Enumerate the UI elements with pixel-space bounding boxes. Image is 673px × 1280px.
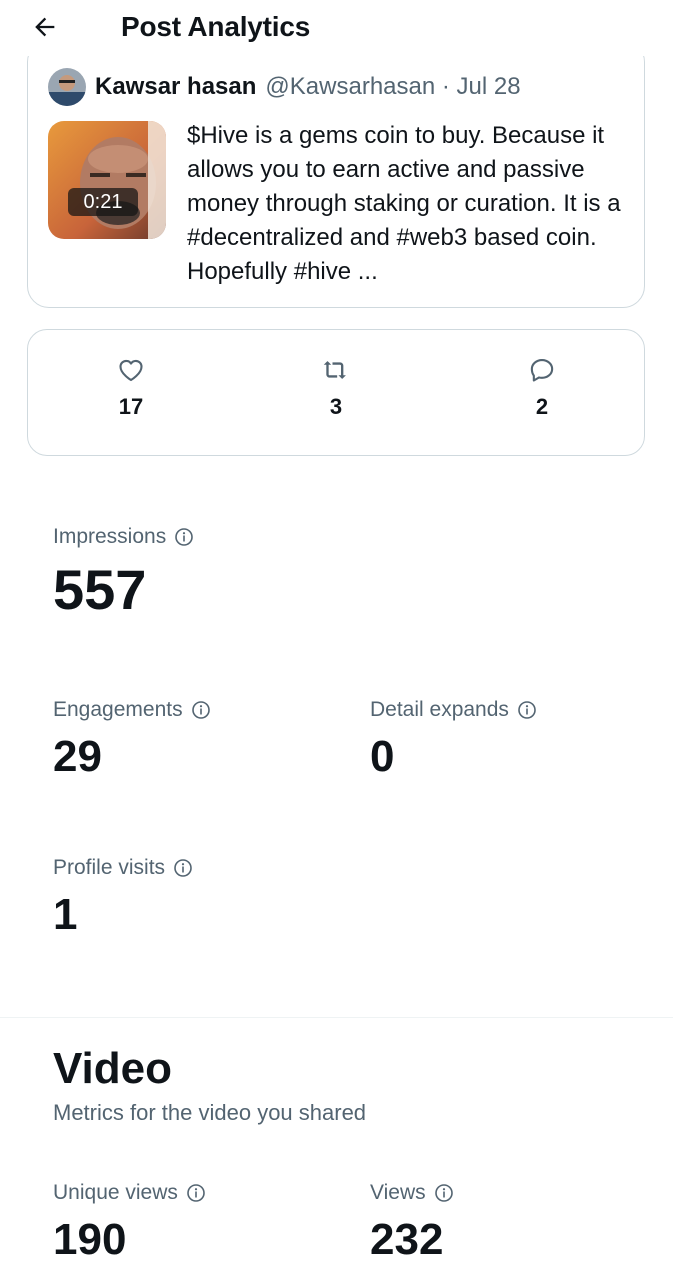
profile-visits-value: 1 — [53, 890, 78, 939]
repost-icon — [323, 361, 346, 379]
heart-icon — [119, 359, 143, 382]
avatar[interactable] — [48, 68, 86, 106]
info-icon[interactable] — [191, 700, 211, 720]
detail-expands-value: 0 — [370, 732, 395, 781]
unique-views-value: 190 — [53, 1215, 127, 1264]
info-icon[interactable] — [517, 700, 537, 720]
page-title: Post Analytics — [121, 11, 311, 42]
like-button[interactable]: 17 — [101, 356, 161, 420]
info-icon[interactable] — [434, 1183, 454, 1203]
reply-count: 2 — [535, 394, 549, 419]
info-icon[interactable] — [186, 1183, 206, 1203]
author-name[interactable]: Kawsar hasan — [95, 73, 256, 101]
video-section-subtitle: Metrics for the video you shared — [53, 1100, 367, 1125]
like-count: 17 — [118, 394, 144, 419]
impressions-label: Impressions — [53, 525, 167, 548]
impressions-value: 557 — [53, 558, 147, 621]
engagements-metric: Engagements 29 — [53, 697, 211, 779]
unique-views-label: Unique views — [53, 1181, 178, 1204]
top-app-bar: Post Analytics — [0, 0, 673, 56]
repost-button[interactable]: 3 — [306, 356, 366, 420]
video-thumbnail[interactable]: 0:21 — [48, 121, 166, 239]
views-metric: Views 232 — [370, 1180, 454, 1262]
section-divider — [0, 1017, 673, 1018]
unique-views-metric: Unique views 190 — [53, 1180, 206, 1262]
engagements-value: 29 — [53, 732, 102, 781]
reply-button[interactable]: 2 — [512, 356, 572, 420]
back-button[interactable] — [28, 10, 62, 44]
back-arrow-icon — [35, 17, 55, 37]
repost-count: 3 — [329, 394, 343, 419]
info-icon[interactable] — [173, 858, 193, 878]
views-value: 232 — [370, 1215, 444, 1264]
detail-expands-metric: Detail expands 0 — [370, 697, 537, 779]
post-text: $Hive is a gems coin to buy. Because it … — [187, 122, 621, 285]
engagement-card: 17 3 2 — [27, 329, 645, 456]
reply-icon — [530, 359, 554, 382]
engagements-label: Engagements — [53, 698, 183, 721]
post-author-row: Kawsar hasan @Kawsarhasan · Jul 28 — [48, 68, 521, 106]
views-label: Views — [370, 1181, 426, 1204]
profile-visits-label: Profile visits — [53, 856, 166, 879]
video-duration: 0:21 — [68, 188, 138, 216]
post-preview-card[interactable]: Kawsar hasan @Kawsarhasan · Jul 28 0:21 … — [27, 40, 645, 308]
info-icon[interactable] — [174, 527, 194, 547]
profile-visits-metric: Profile visits 1 — [53, 855, 193, 937]
video-section-title: Video — [53, 1044, 173, 1093]
author-handle-date: @Kawsarhasan · Jul 28 — [265, 73, 521, 100]
impressions-metric: Impressions 557 — [53, 524, 194, 618]
detail-expands-label: Detail expands — [370, 698, 509, 721]
